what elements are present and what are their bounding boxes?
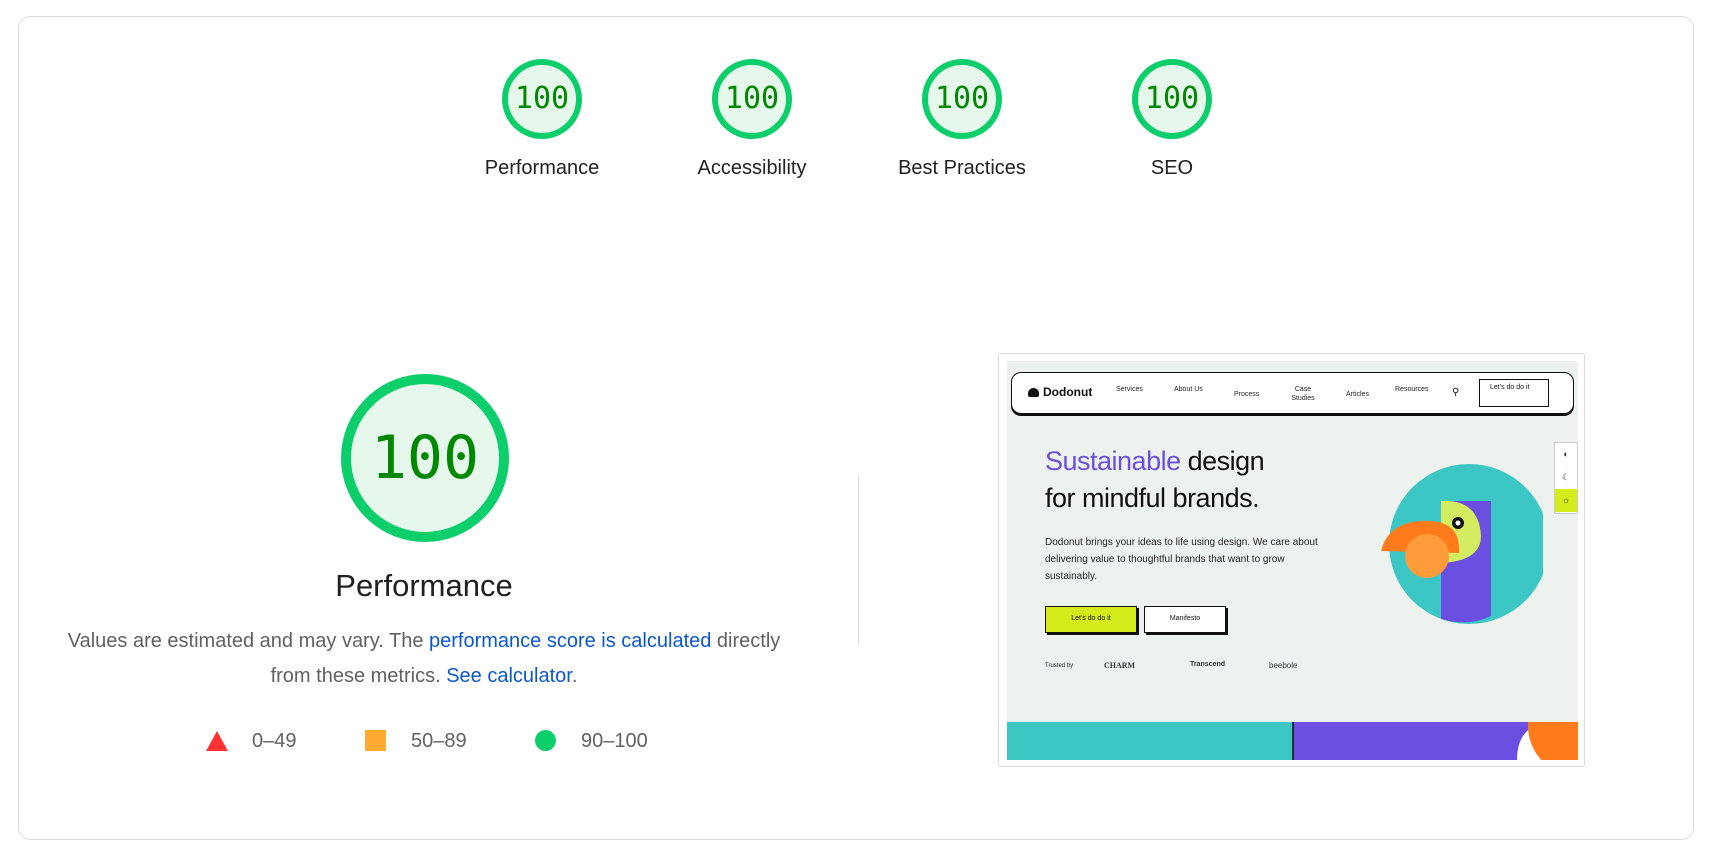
performance-title: Performance — [335, 568, 513, 603]
contrast-icon: ◐ — [1563, 449, 1569, 459]
site-nav-item: About Us — [1174, 386, 1203, 393]
legend-fail: 0–49 — [206, 726, 297, 756]
gauge-performance[interactable]: 100 Performance — [462, 58, 622, 180]
brand-logo: beebole — [1269, 661, 1298, 670]
gauge-label: Accessibility — [697, 157, 807, 179]
hero-accent: Sustainable — [1045, 446, 1181, 476]
final-screenshot[interactable]: Dodonut Services About Us Process Case S… — [998, 353, 1585, 767]
square-icon — [365, 730, 386, 751]
score-calculated-link[interactable]: performance score is calculated — [429, 630, 711, 652]
site-nav-item: Services — [1116, 386, 1143, 393]
sun-icon: ☼ — [1555, 489, 1577, 512]
hero-title: Sustainable design for mindful brands. — [1045, 443, 1265, 517]
gauge-score: 100 — [724, 81, 780, 116]
trusted-by: Trusted by — [1045, 663, 1074, 669]
gauge-accessibility[interactable]: 100 Accessibility — [672, 58, 832, 180]
site-logo-text: Dodonut — [1043, 385, 1093, 399]
search-icon: ⚲ — [1452, 387, 1460, 398]
site-nav-item: Articles — [1346, 391, 1369, 398]
gauge-best-practices[interactable]: 100 Best Practices — [882, 58, 1042, 180]
score-legend: 0–49 50–89 90–100 — [0, 726, 848, 756]
desc-text: . — [571, 665, 578, 687]
moon-icon: ☾ — [1561, 472, 1571, 482]
circle-icon — [535, 730, 556, 751]
performance-gauge-large: 100 — [340, 373, 510, 543]
triangle-icon — [206, 731, 228, 751]
toucan-illustration — [1381, 464, 1543, 624]
gauge-score: 100 — [934, 81, 990, 116]
site-navbar: Dodonut Services About Us Process Case S… — [1011, 372, 1574, 414]
brand-logo: Transcend — [1190, 661, 1226, 668]
section-divider — [858, 475, 859, 645]
hero-primary-button: Let's do do it — [1045, 606, 1137, 633]
hero-text: Dodonut brings your ideas to life using … — [1045, 537, 1318, 582]
legend-pass: 90–100 — [535, 726, 648, 756]
score-ring: 100 — [711, 58, 793, 140]
hero-rest: design — [1180, 446, 1265, 476]
hero-secondary-button: Manifesto — [1144, 606, 1226, 633]
gauge-label: SEO — [1150, 157, 1194, 179]
site-nav-item: Resources — [1395, 386, 1429, 393]
legend-pass-label: 90–100 — [581, 730, 648, 752]
performance-description: Values are estimated and may vary. The p… — [60, 624, 788, 694]
site-nav-item: Process — [1234, 391, 1260, 398]
legend-average-label: 50–89 — [411, 730, 467, 752]
desc-text: Values are estimated and may vary. The — [67, 630, 430, 652]
gauge-score: 100 — [1144, 81, 1200, 116]
bottom-decoration — [1007, 722, 1578, 760]
score-ring: 100 — [501, 58, 583, 140]
legend-fail-label: 0–49 — [252, 730, 297, 752]
site-nav-item: Case Studies — [1291, 386, 1315, 402]
site-logo: Dodonut — [1028, 385, 1092, 399]
score-ring: 100 — [921, 58, 1003, 140]
score-ring: 100 — [1131, 58, 1213, 140]
performance-score: 100 — [370, 423, 480, 493]
gauge-seo[interactable]: 100 SEO — [1092, 58, 1252, 180]
donut-icon — [1028, 388, 1039, 397]
category-gauges: 100 Performance 100 Accessibility 100 Be… — [0, 0, 1712, 200]
site-nav-cta: Let's do do it — [1479, 379, 1549, 407]
see-calculator-link[interactable]: See calculator — [446, 665, 572, 687]
hero-line2: for mindful brands. — [1045, 483, 1260, 513]
brand-logo: CHARM — [1104, 661, 1136, 670]
site-theme-switcher: ◐ ☾ ☼ — [1554, 442, 1578, 514]
screenshot-page: Dodonut Services About Us Process Case S… — [1007, 361, 1578, 760]
legend-average: 50–89 — [365, 726, 467, 756]
gauge-label: Performance — [484, 157, 600, 179]
gauge-score: 100 — [514, 81, 570, 116]
gauge-label: Best Practices — [898, 157, 1026, 179]
